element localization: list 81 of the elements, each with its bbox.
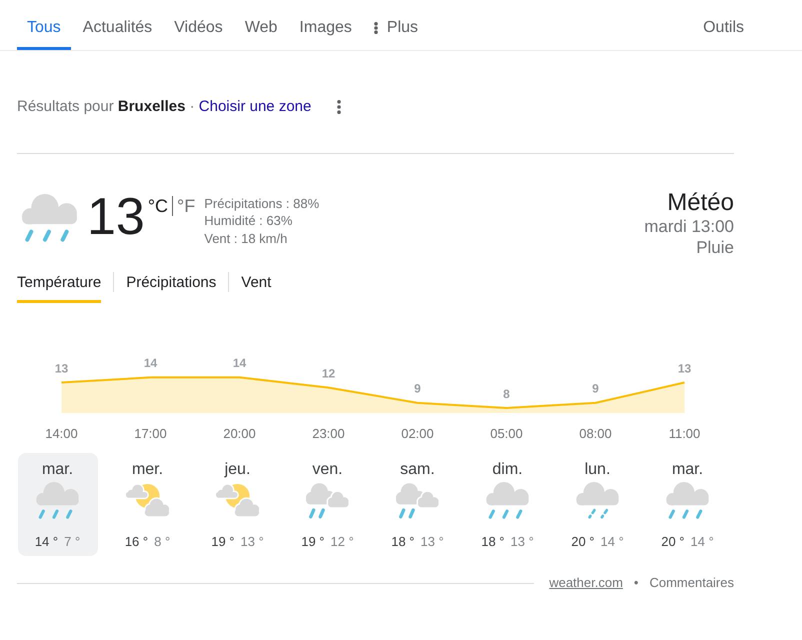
time-label: 14:00 xyxy=(45,426,78,441)
high-temperature: 20 ° xyxy=(571,534,594,550)
day-forecast[interactable]: mar. 20 ° 14 ° xyxy=(648,453,728,556)
day-label: mar. xyxy=(42,460,74,480)
day-label: dim. xyxy=(492,460,523,480)
chart-tab[interactable]: Précipitations xyxy=(126,274,216,303)
day-forecast[interactable]: mer. 16 ° 8 ° xyxy=(108,453,188,556)
location-text: Résultats pour Bruxelles · Choisir une zone xyxy=(17,98,312,116)
low-temperature: 13 ° xyxy=(510,534,534,550)
tools-button[interactable]: Outils xyxy=(693,0,754,50)
clouds-rain-icon xyxy=(305,482,350,520)
data-label: 13 xyxy=(678,361,692,376)
day-forecast[interactable]: mar. 14 ° 7 ° xyxy=(18,453,98,556)
time-label: 20:00 xyxy=(223,426,256,441)
low-temperature: 8 ° xyxy=(154,534,170,550)
nav-tab[interactable]: Actualités xyxy=(72,0,162,50)
day-label: ven. xyxy=(312,460,343,480)
data-label: 9 xyxy=(592,382,599,396)
time-label: 23:00 xyxy=(312,426,345,441)
data-label: 14 xyxy=(232,356,246,370)
nav-tab[interactable]: Images xyxy=(289,0,362,50)
low-temperature: 13 ° xyxy=(240,534,264,550)
day-forecast[interactable]: lun. 20 ° 14 ° xyxy=(558,453,638,556)
high-temperature: 19 ° xyxy=(301,534,324,550)
chart-tab[interactable]: Vent xyxy=(241,274,272,303)
high-temperature: 20 ° xyxy=(661,534,684,550)
weather-detail: Précipitations : 88% xyxy=(204,194,320,212)
choose-area-link[interactable]: Choisir une zone xyxy=(198,98,312,115)
weather-detail: Humidité : 63% xyxy=(204,212,292,230)
nav-tab[interactable]: Vidéos xyxy=(164,0,233,50)
nav-tab[interactable]: Tous xyxy=(17,0,71,50)
low-temperature: 13 ° xyxy=(420,534,444,550)
day-label: jeu. xyxy=(224,460,250,480)
day-label: sam. xyxy=(400,460,435,480)
feedback-link[interactable]: Commentaires xyxy=(649,575,734,592)
day-forecast[interactable]: ven. 19 ° 12 ° xyxy=(288,453,368,556)
clouds-rain-icon xyxy=(395,482,440,520)
day-forecast[interactable]: dim. 18 ° 13 ° xyxy=(468,453,548,556)
high-temperature: 14 ° xyxy=(34,534,58,550)
day-forecast[interactable]: jeu. 19 ° 13 ° xyxy=(198,453,278,556)
unit-toggle[interactable]: °C xyxy=(148,196,168,216)
low-temperature: 14 ° xyxy=(690,534,714,550)
rain-cloud-icon xyxy=(665,482,710,520)
source-link[interactable]: weather.com xyxy=(549,575,623,592)
unit-toggle[interactable]: °F xyxy=(172,196,196,216)
time-label: 02:00 xyxy=(401,426,434,441)
vertical-dots-icon[interactable] xyxy=(374,22,378,34)
weather-title: Météo xyxy=(667,190,734,216)
time-label: 17:00 xyxy=(134,426,167,441)
separator-dot: • xyxy=(634,575,638,592)
day-forecast[interactable]: sam. 18 ° 13 ° xyxy=(378,453,458,556)
time-label: 11:00 xyxy=(668,426,700,441)
day-label: lun. xyxy=(584,460,610,480)
high-temperature: 18 ° xyxy=(391,534,414,550)
weather-condition: Pluie xyxy=(696,237,734,258)
low-temperature: 12 ° xyxy=(330,534,354,550)
rain-cloud-icon xyxy=(485,482,530,520)
data-label: 12 xyxy=(322,366,336,380)
data-label: 9 xyxy=(414,382,421,396)
weather-detail: Vent : 18 km/h xyxy=(204,230,288,247)
rain-cloud-icon xyxy=(35,482,80,520)
high-temperature: 19 ° xyxy=(211,534,234,550)
weather-time: mardi 13:00 xyxy=(644,216,734,237)
nav-tab[interactable]: Web xyxy=(234,0,288,50)
time-label: 05:00 xyxy=(490,426,523,441)
vertical-dots-icon[interactable] xyxy=(337,100,342,114)
temperature-value: 13 xyxy=(87,191,145,243)
day-label: mer. xyxy=(132,460,164,480)
drizzle-cloud-icon xyxy=(575,482,620,520)
data-label: 8 xyxy=(503,386,510,401)
chart-tab[interactable]: Température xyxy=(17,274,102,303)
day-label: mar. xyxy=(672,460,704,480)
high-temperature: 18 ° xyxy=(481,534,504,550)
low-temperature: 7 ° xyxy=(64,534,80,550)
low-temperature: 14 ° xyxy=(600,534,624,550)
rain-cloud-icon xyxy=(22,194,77,242)
time-label: 08:00 xyxy=(579,426,612,441)
data-label: 14 xyxy=(144,356,158,370)
data-label: 13 xyxy=(54,361,68,376)
high-temperature: 16 ° xyxy=(124,534,148,550)
nav-tab[interactable]: Plus xyxy=(364,0,428,50)
